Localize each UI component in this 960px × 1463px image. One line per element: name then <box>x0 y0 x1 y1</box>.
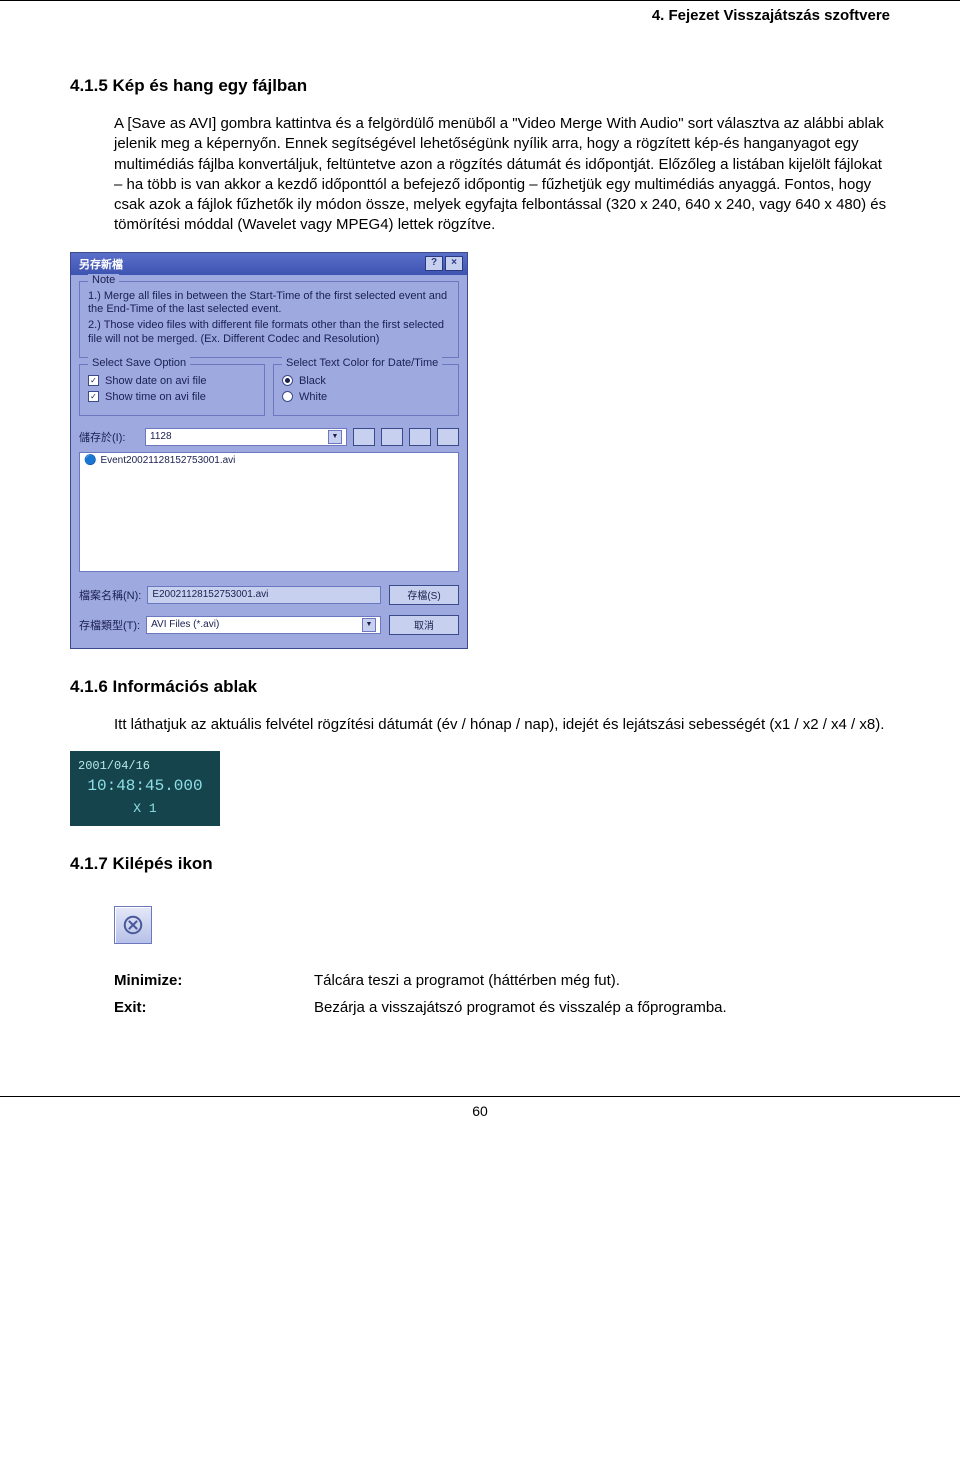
heading-4-1-6: 4.1.6 Információs ablak <box>70 677 890 697</box>
chevron-down-icon: ▼ <box>362 618 376 632</box>
radio-white[interactable]: White <box>282 391 450 403</box>
save-option-legend: Select Save Option <box>88 357 190 369</box>
text-color-legend: Select Text Color for Date/Time <box>282 357 442 369</box>
close-button[interactable]: × <box>445 256 463 271</box>
filetype-label: 存檔類型(T): <box>79 617 140 633</box>
file-name: Event20021128152753001.avi <box>100 455 235 466</box>
filename-field[interactable]: E20021128152753001.avi <box>147 586 381 604</box>
heading-4-1-7: 4.1.7 Kilépés ikon <box>70 854 890 874</box>
help-button[interactable]: ? <box>425 256 443 271</box>
list-item[interactable]: 🔵 Event20021128152753001.avi <box>84 455 454 466</box>
radio-white-label: White <box>299 391 327 403</box>
note-1: 1.) Merge all files in between the Start… <box>88 290 450 318</box>
info-panel-screenshot: 2001/04/16 10:48:45.000 X 1 <box>70 751 890 826</box>
radio-dot-icon <box>282 375 293 386</box>
filename-label: 檔案名稱(N): <box>79 587 141 603</box>
checkbox-show-time[interactable]: ✓ Show time on avi file <box>88 391 256 403</box>
minimize-desc: Tálcára teszi a programot (háttérben még… <box>314 972 890 989</box>
view-detail-button[interactable] <box>437 428 459 446</box>
filename-value: E20021128152753001.avi <box>152 589 268 600</box>
para-4-1-6: Itt láthatjuk az aktuális felvétel rögzí… <box>114 715 890 735</box>
minimize-term: Minimize: <box>114 972 314 989</box>
radio-black-label: Black <box>299 375 326 387</box>
check-icon: ✓ <box>88 391 99 402</box>
checkbox-show-time-label: Show time on avi file <box>105 391 206 403</box>
chapter-header: 4. Fejezet Visszajátszás szoftvere <box>70 5 890 48</box>
file-list[interactable]: 🔵 Event20021128152753001.avi <box>79 452 459 572</box>
save-avi-dialog-screenshot: 另存新檔 ? × Note 1.) Merge all files in bet… <box>70 252 890 649</box>
exit-icon[interactable] <box>114 906 152 944</box>
up-folder-button[interactable] <box>353 428 375 446</box>
exit-desc: Bezárja a visszajátszó programot és viss… <box>314 999 890 1016</box>
page-number: 60 <box>0 1103 960 1119</box>
info-speed: X 1 <box>78 801 212 816</box>
checkbox-show-date-label: Show date on avi file <box>105 375 207 387</box>
view-list-button[interactable] <box>409 428 431 446</box>
file-icon: 🔵 <box>84 455 96 466</box>
dialog-titlebar: 另存新檔 ? × <box>71 253 467 275</box>
text-color-group: Select Text Color for Date/Time Black Wh… <box>273 364 459 416</box>
note-group: Note 1.) Merge all files in between the … <box>79 281 459 358</box>
filetype-value: AVI Files (*.avi) <box>151 619 219 630</box>
note-2: 2.) Those video files with different fil… <box>88 319 450 347</box>
radio-dot-icon <box>282 391 293 402</box>
cancel-button[interactable]: 取消 <box>389 615 459 635</box>
radio-black[interactable]: Black <box>282 375 450 387</box>
exit-term: Exit: <box>114 999 314 1016</box>
dialog-title: 另存新檔 <box>79 256 123 272</box>
circle-x-icon <box>122 914 144 936</box>
chevron-down-icon: ▼ <box>328 430 342 444</box>
note-legend: Note <box>88 274 119 286</box>
para-4-1-5: A [Save as AVI] gombra kattintva és a fe… <box>114 114 890 236</box>
checkbox-show-date[interactable]: ✓ Show date on avi file <box>88 375 256 387</box>
save-option-group: Select Save Option ✓ Show date on avi fi… <box>79 364 265 416</box>
save-in-value: 1128 <box>150 431 172 442</box>
filetype-field[interactable]: AVI Files (*.avi) ▼ <box>146 616 381 634</box>
save-in-label: 儲存於(I): <box>79 429 139 445</box>
save-button[interactable]: 存檔(S) <box>389 585 459 605</box>
info-time: 10:48:45.000 <box>78 777 212 795</box>
info-date: 2001/04/16 <box>78 759 212 773</box>
new-folder-button[interactable] <box>381 428 403 446</box>
heading-4-1-5: 4.1.5 Kép és hang egy fájlban <box>70 76 890 96</box>
check-icon: ✓ <box>88 375 99 386</box>
info-panel: 2001/04/16 10:48:45.000 X 1 <box>70 751 220 826</box>
save-in-field[interactable]: 1128 ▼ <box>145 428 347 446</box>
